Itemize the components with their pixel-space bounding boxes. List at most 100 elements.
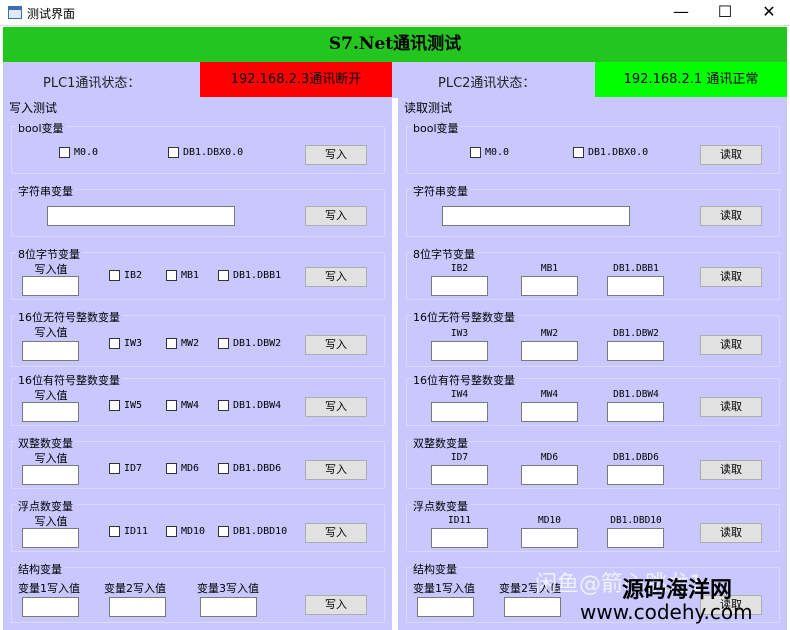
read-real-output3[interactable] bbox=[607, 528, 664, 548]
checkbox-icon[interactable] bbox=[166, 463, 177, 474]
checkbox-icon[interactable] bbox=[218, 270, 229, 281]
write-dint-cb1[interactable]: ID7 bbox=[109, 463, 142, 474]
read-bool-cb1[interactable]: M0.0 bbox=[470, 147, 509, 158]
read-struct-title: 结构变量 bbox=[411, 561, 459, 577]
checkbox-icon[interactable] bbox=[166, 526, 177, 537]
checkbox-icon[interactable] bbox=[59, 147, 70, 158]
read-byte-output2[interactable] bbox=[521, 276, 578, 296]
write-dint-input[interactable] bbox=[22, 465, 79, 485]
read-real-button[interactable]: 读取 bbox=[700, 523, 762, 543]
read-uint16-output3[interactable] bbox=[607, 341, 664, 361]
write-uint16-input[interactable] bbox=[22, 341, 79, 361]
read-int16-button[interactable]: 读取 bbox=[700, 397, 762, 417]
write-byte-cb1[interactable]: IB2 bbox=[109, 270, 142, 281]
write-uint16-cb1[interactable]: IW3 bbox=[109, 338, 142, 349]
read-byte-button[interactable]: 读取 bbox=[700, 267, 762, 287]
read-int16-output1[interactable] bbox=[431, 402, 488, 422]
read-byte-label1: IB2 bbox=[450, 263, 469, 274]
write-int16-input[interactable] bbox=[22, 402, 79, 422]
read-dint-output3[interactable] bbox=[607, 465, 664, 485]
write-byte-input[interactable] bbox=[22, 276, 79, 296]
write-struct-input1[interactable] bbox=[22, 597, 79, 617]
write-real-title: 浮点数变量 bbox=[16, 498, 75, 514]
checkbox-icon[interactable] bbox=[109, 463, 120, 474]
read-byte-output3[interactable] bbox=[607, 276, 664, 296]
read-dint-label2: MD6 bbox=[540, 452, 559, 463]
read-real-label2: MD10 bbox=[538, 515, 561, 526]
write-byte-cb2[interactable]: MB1 bbox=[166, 270, 199, 281]
write-uint16-cb3-label: DB1.DBW2 bbox=[233, 338, 282, 349]
write-struct-input3[interactable] bbox=[200, 597, 257, 617]
checkbox-icon[interactable] bbox=[218, 526, 229, 537]
write-int16-title: 16位有符号整数变量 bbox=[16, 372, 122, 388]
maximize-button[interactable]: ☐ bbox=[702, 0, 748, 26]
write-bool-cb2[interactable]: DB1.DBX0.0 bbox=[168, 147, 243, 158]
write-real-input[interactable] bbox=[22, 528, 79, 548]
write-int16-cb2[interactable]: MW4 bbox=[166, 400, 199, 411]
write-int16-button[interactable]: 写入 bbox=[305, 397, 367, 417]
write-struct-button[interactable]: 写入 bbox=[305, 595, 367, 615]
minimize-button[interactable]: — bbox=[658, 0, 704, 26]
write-bool-cb1-label: M0.0 bbox=[74, 147, 99, 158]
write-string-button[interactable]: 写入 bbox=[305, 206, 367, 226]
write-real-cb2[interactable]: MD10 bbox=[166, 526, 205, 537]
checkbox-icon[interactable] bbox=[109, 400, 120, 411]
read-uint16-output1[interactable] bbox=[431, 341, 488, 361]
read-string-group: 字符串变量 读取 bbox=[406, 183, 780, 237]
checkbox-icon[interactable] bbox=[573, 147, 584, 158]
write-struct-input2[interactable] bbox=[109, 597, 166, 617]
write-uint16-cb3[interactable]: DB1.DBW2 bbox=[218, 338, 281, 349]
checkbox-icon[interactable] bbox=[218, 463, 229, 474]
checkbox-icon[interactable] bbox=[168, 147, 179, 158]
checkbox-icon[interactable] bbox=[166, 338, 177, 349]
read-struct-output2[interactable] bbox=[504, 597, 561, 617]
checkbox-icon[interactable] bbox=[166, 400, 177, 411]
checkbox-icon[interactable] bbox=[109, 270, 120, 281]
write-real-cb1[interactable]: ID11 bbox=[109, 526, 148, 537]
read-int16-output2[interactable] bbox=[521, 402, 578, 422]
read-struct-button[interactable]: 读取 bbox=[700, 595, 762, 615]
read-uint16-output2[interactable] bbox=[521, 341, 578, 361]
write-dint-cb3[interactable]: DB1.DBD6 bbox=[218, 463, 281, 474]
read-string-output[interactable] bbox=[442, 206, 630, 226]
write-byte-button[interactable]: 写入 bbox=[305, 267, 367, 287]
write-byte-cb3[interactable]: DB1.DBB1 bbox=[218, 270, 281, 281]
checkbox-icon[interactable] bbox=[218, 338, 229, 349]
write-dint-button[interactable]: 写入 bbox=[305, 460, 367, 480]
write-string-input[interactable] bbox=[47, 206, 235, 226]
read-struct-output1[interactable] bbox=[417, 597, 474, 617]
read-string-title: 字符串变量 bbox=[411, 183, 470, 199]
write-int16-cb3[interactable]: DB1.DBW4 bbox=[218, 400, 281, 411]
read-real-output2[interactable] bbox=[521, 528, 578, 548]
read-real-output1[interactable] bbox=[431, 528, 488, 548]
read-uint16-button[interactable]: 读取 bbox=[700, 335, 762, 355]
write-int16-cb1[interactable]: IW5 bbox=[109, 400, 142, 411]
read-dint-output1[interactable] bbox=[431, 465, 488, 485]
write-bool-cb1[interactable]: M0.0 bbox=[59, 147, 98, 158]
read-int16-output3[interactable] bbox=[607, 402, 664, 422]
write-dint-cb2[interactable]: MD6 bbox=[166, 463, 199, 474]
close-button[interactable]: ✕ bbox=[746, 0, 790, 26]
write-uint16-cb2[interactable]: MW2 bbox=[166, 338, 199, 349]
read-bool-button[interactable]: 读取 bbox=[700, 145, 762, 165]
read-dint-output2[interactable] bbox=[521, 465, 578, 485]
read-bool-cb2[interactable]: DB1.DBX0.0 bbox=[573, 147, 648, 158]
write-uint16-button[interactable]: 写入 bbox=[305, 335, 367, 355]
write-real-button[interactable]: 写入 bbox=[305, 523, 367, 543]
read-int16-label1: IW4 bbox=[450, 389, 469, 400]
read-real-label1: ID11 bbox=[448, 515, 471, 526]
read-dint-button[interactable]: 读取 bbox=[700, 460, 762, 480]
read-string-button[interactable]: 读取 bbox=[700, 206, 762, 226]
read-struct-label1: 变量1写入值 bbox=[413, 582, 475, 595]
checkbox-icon[interactable] bbox=[166, 270, 177, 281]
checkbox-icon[interactable] bbox=[470, 147, 481, 158]
read-byte-label3: DB1.DBB1 bbox=[613, 263, 659, 274]
checkbox-icon[interactable] bbox=[109, 338, 120, 349]
write-bool-button[interactable]: 写入 bbox=[305, 145, 367, 165]
checkbox-icon[interactable] bbox=[109, 526, 120, 537]
write-real-cb3[interactable]: DB1.DBD10 bbox=[218, 526, 287, 537]
write-int16-cb3-label: DB1.DBW4 bbox=[233, 400, 282, 411]
read-byte-output1[interactable] bbox=[431, 276, 488, 296]
checkbox-icon[interactable] bbox=[218, 400, 229, 411]
read-uint16-label1: IW3 bbox=[450, 328, 469, 339]
